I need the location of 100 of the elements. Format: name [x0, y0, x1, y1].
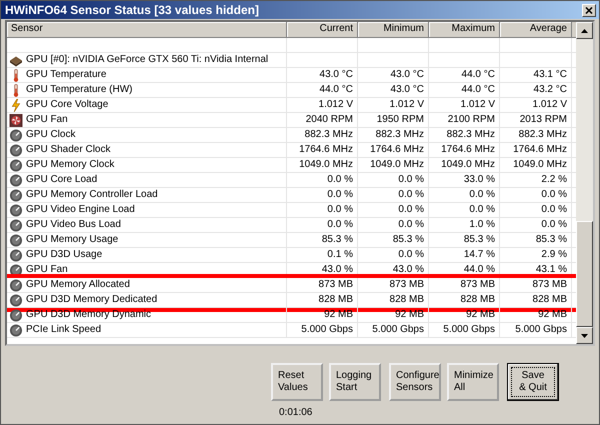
table-cell	[500, 38, 572, 53]
sensor-name: GPU D3D Memory Dedicated	[26, 293, 158, 307]
table-cell: 873 MB	[429, 278, 500, 293]
table-cell: 0.0 %	[500, 188, 572, 203]
table-cell: 43.1 °C	[500, 68, 572, 83]
table-cell: 1950 RPM	[358, 113, 429, 128]
scroll-down-button[interactable]	[576, 327, 593, 344]
table-cell: 882.3 MHz	[358, 128, 429, 143]
table-cell: 92 MB	[500, 308, 572, 323]
table-cell: 5.000 Gbps	[358, 323, 429, 338]
sensor-name: PCIe Link Speed	[26, 323, 102, 337]
table-cell: 85.3 %	[429, 233, 500, 248]
column-header[interactable]: Maximum	[429, 22, 500, 38]
table-cell: 1764.6 MHz	[287, 143, 358, 158]
table-cell: 44.0 %	[429, 263, 500, 278]
action-button[interactable]: Minimize All	[447, 363, 499, 401]
table-cell: 92 MB	[429, 308, 500, 323]
table-cell: 828 MB	[500, 293, 572, 308]
sensor-name: GPU Core Load	[26, 173, 98, 187]
table-cell: 1764.6 MHz	[358, 143, 429, 158]
table-cell: 1049.0 MHz	[429, 158, 500, 173]
table-cell: 5.000 Gbps	[429, 323, 500, 338]
sensor-name: GPU Memory Usage	[26, 233, 118, 247]
table-cell: 2013 RPM	[500, 113, 572, 128]
table-cell: 0.0 %	[287, 188, 358, 203]
table-cell: 0.0 %	[358, 173, 429, 188]
table-cell: 0.0 %	[287, 218, 358, 233]
close-icon	[585, 6, 593, 14]
action-button[interactable]: Configure Sensors	[389, 363, 441, 401]
table-cell: 0.0 %	[358, 203, 429, 218]
table-cell: 85.3 %	[500, 233, 572, 248]
down-arrow-icon	[581, 334, 588, 338]
table-cell	[429, 53, 500, 68]
sensor-name: GPU Fan	[26, 263, 68, 277]
table-cell: 43.0 %	[287, 263, 358, 278]
elapsed-time: 0:01:06	[278, 407, 312, 418]
table-cell: 5.000 Gbps	[500, 323, 572, 338]
action-button[interactable]: Save & Quit	[507, 363, 559, 401]
table-cell: 0.1 %	[287, 248, 358, 263]
column-header[interactable]: Average	[500, 22, 572, 38]
sensor-name: GPU Video Engine Load	[26, 203, 135, 217]
sensor-name: GPU [#0]: nVIDIA GeForce GTX 560 Ti: nVidia Internal	[26, 53, 268, 67]
table-cell: 1049.0 MHz	[500, 158, 572, 173]
table-cell: 1.012 V	[429, 98, 500, 113]
chip-icon	[9, 54, 23, 66]
table-cell: 33.0 %	[429, 173, 500, 188]
table-cell: 43.1 %	[500, 263, 572, 278]
sensor-name: GPU Video Bus Load	[26, 218, 121, 232]
sensor-name: GPU Shader Clock	[26, 143, 110, 157]
table-cell: 44.0 °C	[429, 68, 500, 83]
table-cell: 44.0 °C	[429, 83, 500, 98]
table-cell: 1764.6 MHz	[500, 143, 572, 158]
sensor-name: GPU Temperature (HW)	[26, 83, 133, 97]
table-cell: 0.0 %	[429, 203, 500, 218]
table-cell: 882.3 MHz	[500, 128, 572, 143]
table-cell: 2.2 %	[500, 173, 572, 188]
table-cell: 1.012 V	[287, 98, 358, 113]
table-cell: 873 MB	[358, 278, 429, 293]
table-cell: 5.000 Gbps	[287, 323, 358, 338]
table-cell: 43.0 °C	[358, 83, 429, 98]
table-cell: 0.0 %	[358, 188, 429, 203]
close-button[interactable]	[582, 4, 596, 16]
sensor-name: GPU Memory Controller Load	[26, 188, 158, 202]
sensor-name: GPU Fan	[26, 113, 68, 127]
table-cell: 0.0 %	[500, 203, 572, 218]
table-cell: 85.3 %	[287, 233, 358, 248]
table-cell: 1.012 V	[500, 98, 572, 113]
table-cell: 92 MB	[287, 308, 358, 323]
table-cell	[500, 53, 572, 68]
table-cell	[287, 38, 358, 53]
action-button[interactable]: Reset Values	[271, 363, 323, 401]
table-cell: 2.9 %	[500, 248, 572, 263]
table-cell: 2040 RPM	[287, 113, 358, 128]
table-cell: 0.0 %	[358, 248, 429, 263]
table-cell: 1.0 %	[429, 218, 500, 233]
table-cell: 1049.0 MHz	[287, 158, 358, 173]
scroll-up-button[interactable]	[576, 22, 593, 39]
table-cell: 873 MB	[287, 278, 358, 293]
table-cell: 0.0 %	[287, 203, 358, 218]
column-header[interactable]: Minimum	[358, 22, 429, 38]
sensor-name: GPU Core Voltage	[26, 98, 108, 112]
column-header[interactable]: Current	[287, 22, 358, 38]
table-cell	[358, 53, 429, 68]
sensor-name: GPU Clock	[26, 128, 76, 142]
table-cell: 43.0 %	[358, 263, 429, 278]
table-cell: 14.7 %	[429, 248, 500, 263]
table-cell: 85.3 %	[358, 233, 429, 248]
action-button[interactable]: Logging Start	[329, 363, 381, 401]
table-cell	[358, 38, 429, 53]
sensor-name: GPU Memory Allocated	[26, 278, 130, 292]
scroll-thumb[interactable]	[576, 221, 593, 327]
column-header[interactable]: Sensor	[7, 22, 287, 38]
table-cell: 828 MB	[287, 293, 358, 308]
table-cell: 1049.0 MHz	[358, 158, 429, 173]
window-title: HWiNFO64 Sensor Status [33 values hidden]	[5, 3, 259, 17]
table-cell: 882.3 MHz	[287, 128, 358, 143]
scrollbar[interactable]	[576, 22, 593, 344]
table-cell: 0.0 %	[500, 218, 572, 233]
sensor-name: GPU D3D Memory Dynamic	[26, 308, 152, 322]
lightning-icon	[9, 98, 23, 112]
